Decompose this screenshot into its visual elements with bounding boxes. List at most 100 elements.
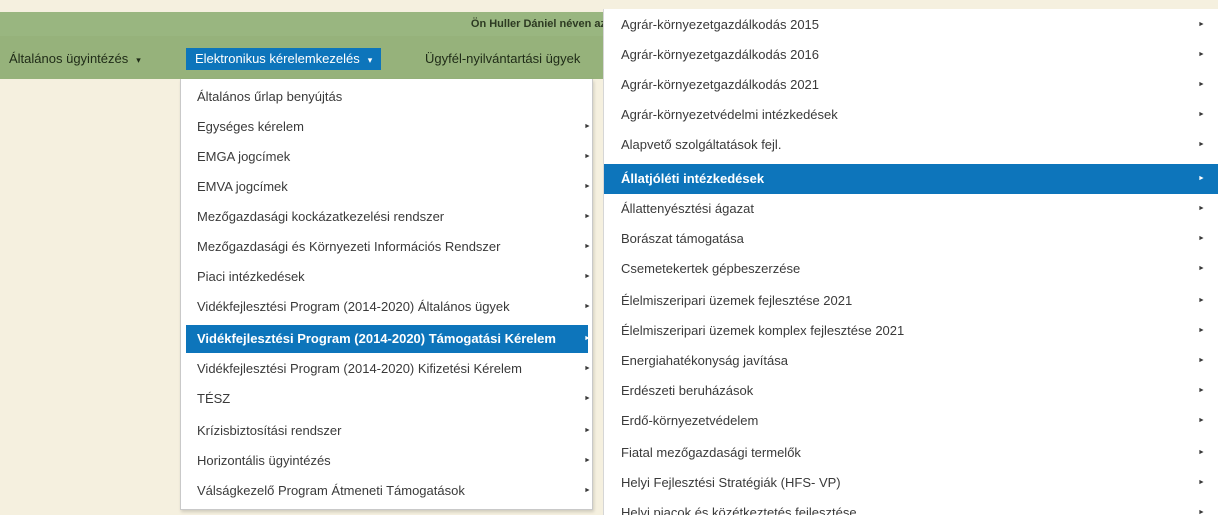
menu-item-label: Vidékfejlesztési Program (2014-2020) Kif… bbox=[197, 361, 522, 376]
menu-item-kockazatkezelesi-rendszer[interactable]: Mezőgazdasági kockázatkezelési rendszer … bbox=[186, 203, 591, 231]
chevron-right-icon: ► bbox=[1198, 297, 1205, 304]
chevron-right-icon: ► bbox=[584, 395, 591, 402]
chevron-right-icon: ► bbox=[584, 365, 591, 372]
flyout-item-label: Élelmiszeripari üzemek fejlesztése 2021 bbox=[621, 293, 853, 308]
chevron-right-icon: ► bbox=[1198, 111, 1205, 118]
flyout-item-label: Borászat támogatása bbox=[621, 231, 744, 246]
flyout-item-erdeszeti-beruhazasok[interactable]: Erdészeti beruházások ► bbox=[604, 376, 1218, 406]
flyout-item-label: Állattenyésztési ágazat bbox=[621, 201, 754, 216]
chevron-right-icon: ► bbox=[1198, 141, 1205, 148]
flyout-item-label: Élelmiszeripari üzemek komplex fejleszté… bbox=[621, 323, 905, 338]
chevron-right-icon: ► bbox=[1198, 327, 1205, 334]
menu-item-emga-jogcimek[interactable]: EMGA jogcímek ► bbox=[186, 143, 591, 171]
menu-item-label: Egységes kérelem bbox=[197, 119, 304, 134]
menu-item-krizisbiztositasi-rendszer[interactable]: Krízisbiztosítási rendszer ► bbox=[186, 417, 591, 445]
flyout-item-label: Fiatal mezőgazdasági termelők bbox=[621, 445, 801, 460]
chevron-right-icon: ► bbox=[1198, 81, 1205, 88]
menu-item-label: Vidékfejlesztési Program (2014-2020) Tám… bbox=[197, 331, 556, 346]
nav-label: Elektronikus kérelemkezelés bbox=[195, 51, 360, 66]
flyout-item-label: Erdő-környezetvédelem bbox=[621, 413, 759, 428]
flyout-item-allatjoleti-intezkedesek[interactable]: Állatjóléti intézkedések ► bbox=[604, 164, 1218, 194]
chevron-right-icon: ► bbox=[1198, 509, 1205, 515]
flyout-item-label: Alapvető szolgáltatások fejl. bbox=[621, 137, 782, 152]
chevron-right-icon: ► bbox=[1198, 417, 1205, 424]
flyout-item-csemetekertek-gepbeszerzese[interactable]: Csemetekertek gépbeszerzése ► bbox=[604, 254, 1218, 284]
chevron-right-icon: ► bbox=[584, 213, 591, 220]
menu-item-vp-kifizetesi-kerelem[interactable]: Vidékfejlesztési Program (2014-2020) Kif… bbox=[186, 355, 591, 383]
chevron-right-icon: ► bbox=[584, 335, 591, 342]
flyout-item-label: Erdészeti beruházások bbox=[621, 383, 754, 398]
caret-down-icon: ▾ bbox=[136, 55, 141, 65]
chevron-right-icon: ► bbox=[1198, 479, 1205, 486]
menu-item-label: Mezőgazdasági kockázatkezelési rendszer bbox=[197, 209, 445, 224]
chevron-right-icon: ► bbox=[584, 273, 591, 280]
menu-item-vp-tamogatasi-kerelem[interactable]: Vidékfejlesztési Program (2014-2020) Tám… bbox=[186, 325, 591, 353]
chevron-right-icon: ► bbox=[1198, 357, 1205, 364]
flyout-item-fiatal-mezogazdasagi-termelok[interactable]: Fiatal mezőgazdasági termelők ► bbox=[604, 438, 1218, 468]
flyout-item-helyi-piacok[interactable]: Helyi piacok és közétkeztetés fejlesztés… bbox=[604, 498, 1218, 515]
menu-item-egyseges-kerelem[interactable]: Egységes kérelem ► bbox=[186, 113, 591, 141]
menu-item-altalanos-urlap[interactable]: Általános űrlap benyújtás bbox=[186, 83, 588, 111]
nav-ugyfel-nyilvantartasi-ugyek[interactable]: Ügyfél-nyilvántartási ügyek bbox=[425, 48, 580, 70]
flyout-item-allattenyesztesi-agazat[interactable]: Állattenyésztési ágazat ► bbox=[604, 194, 1218, 224]
flyout-item-label: Állatjóléti intézkedések bbox=[621, 171, 765, 186]
menu-item-piaci-intezkedesek[interactable]: Piaci intézkedések ► bbox=[186, 263, 591, 291]
chevron-right-icon: ► bbox=[584, 457, 591, 464]
menu-item-label: Válságkezelő Program Átmeneti Támogatáso… bbox=[197, 483, 465, 498]
caret-down-icon: ▾ bbox=[367, 55, 373, 65]
menu-item-label: Mezőgazdasági és Környezeti Információs … bbox=[197, 239, 501, 254]
menu-item-emva-jogcimek[interactable]: EMVA jogcímek ► bbox=[186, 173, 591, 201]
nav-label: Ügyfél-nyilvántartási ügyek bbox=[425, 51, 581, 66]
flyout-item-alapveto-szolgaltatasok[interactable]: Alapvető szolgáltatások fejl. ► bbox=[604, 130, 1218, 160]
flyout-item-erdo-kornyezetvedelem[interactable]: Erdő-környezetvédelem ► bbox=[604, 406, 1218, 436]
nav-label: Általános ügyintézés bbox=[9, 51, 129, 66]
chevron-right-icon: ► bbox=[1198, 175, 1205, 182]
flyout-item-akg-2021[interactable]: Agrár-környezetgazdálkodás 2021 ► bbox=[604, 70, 1218, 100]
menu-item-label: Piaci intézkedések bbox=[197, 269, 305, 284]
menu-item-kornyezeti-informacios-rendszer[interactable]: Mezőgazdasági és Környezeti Információs … bbox=[186, 233, 591, 261]
flyout-item-label: Helyi Fejlesztési Stratégiák (HFS- VP) bbox=[621, 475, 841, 490]
flyout-item-label: Energiahatékonyság javítása bbox=[621, 353, 788, 368]
chevron-right-icon: ► bbox=[1198, 265, 1205, 272]
menu-item-label: EMVA jogcímek bbox=[197, 179, 288, 194]
flyout-item-label: Csemetekertek gépbeszerzése bbox=[621, 261, 801, 276]
chevron-right-icon: ► bbox=[584, 303, 591, 310]
chevron-right-icon: ► bbox=[1198, 387, 1205, 394]
dropdown-menu-elektronikus: Általános űrlap benyújtás Egységes kérel… bbox=[180, 79, 593, 510]
chevron-right-icon: ► bbox=[1198, 449, 1205, 456]
chevron-right-icon: ► bbox=[584, 153, 591, 160]
flyout-item-energiahatekonysag[interactable]: Energiahatékonyság javítása ► bbox=[604, 346, 1218, 376]
chevron-right-icon: ► bbox=[584, 243, 591, 250]
chevron-right-icon: ► bbox=[1198, 205, 1205, 212]
menu-item-valsagkezelo-program[interactable]: Válságkezelő Program Átmeneti Támogatáso… bbox=[186, 477, 591, 505]
flyout-item-label: Agrár-környezetgazdálkodás 2021 bbox=[621, 77, 820, 92]
login-status-text: Ön Huller Dániel néven az bbox=[470, 18, 606, 30]
menu-item-horizontalis-ugyintezes[interactable]: Horizontális ügyintézés ► bbox=[186, 447, 591, 475]
flyout-item-label: Agrár-környezetgazdálkodás 2016 bbox=[621, 47, 820, 62]
menu-item-label: TÉSZ bbox=[197, 391, 231, 406]
menu-item-vp-altalanos-ugyek[interactable]: Vidékfejlesztési Program (2014-2020) Ált… bbox=[186, 293, 591, 321]
flyout-item-label: Helyi piacok és közétkeztetés fejlesztés… bbox=[621, 505, 857, 515]
nav-altalanos-ugyintezes[interactable]: Általános ügyintézés ▾ bbox=[9, 48, 141, 70]
flyout-item-elelmiszeripari-uzemek-2021[interactable]: Élelmiszeripari üzemek fejlesztése 2021 … bbox=[604, 286, 1218, 316]
flyout-item-helyi-fejlesztesi-strategiak[interactable]: Helyi Fejlesztési Stratégiák (HFS- VP) ► bbox=[604, 468, 1218, 498]
nav-elektronikus-kerelemkezeles[interactable]: Elektronikus kérelemkezelés ▾ bbox=[186, 48, 382, 70]
menu-item-label: Általános űrlap benyújtás bbox=[197, 89, 343, 104]
menu-item-label: Horizontális ügyintézés bbox=[197, 453, 331, 468]
flyout-item-elelmiszeripari-komplex-2021[interactable]: Élelmiszeripari üzemek komplex fejleszté… bbox=[604, 316, 1218, 346]
flyout-item-label: Agrár-környezetgazdálkodás 2015 bbox=[621, 17, 820, 32]
chevron-right-icon: ► bbox=[1198, 235, 1205, 242]
menu-item-label: Krízisbiztosítási rendszer bbox=[197, 423, 342, 438]
menu-item-tesz[interactable]: TÉSZ ► bbox=[186, 385, 591, 413]
chevron-right-icon: ► bbox=[584, 487, 591, 494]
chevron-right-icon: ► bbox=[1198, 51, 1205, 58]
chevron-right-icon: ► bbox=[584, 427, 591, 434]
flyout-item-label: Agrár-környezetvédelmi intézkedések bbox=[621, 107, 838, 122]
flyout-item-akg-2015[interactable]: Agrár-környezetgazdálkodás 2015 ► bbox=[604, 10, 1218, 40]
menu-item-label: Vidékfejlesztési Program (2014-2020) Ált… bbox=[197, 299, 510, 314]
flyout-item-boraszat-tamogatasa[interactable]: Borászat támogatása ► bbox=[604, 224, 1218, 254]
chevron-right-icon: ► bbox=[1198, 21, 1205, 28]
flyout-item-agrar-kornyezetvedelmi[interactable]: Agrár-környezetvédelmi intézkedések ► bbox=[604, 100, 1218, 130]
flyout-item-akg-2016[interactable]: Agrár-környezetgazdálkodás 2016 ► bbox=[604, 40, 1218, 70]
flyout-menu-tamogatasi-kerelem: Agrár-környezetgazdálkodás 2015 ► Agrár-… bbox=[603, 9, 1218, 515]
